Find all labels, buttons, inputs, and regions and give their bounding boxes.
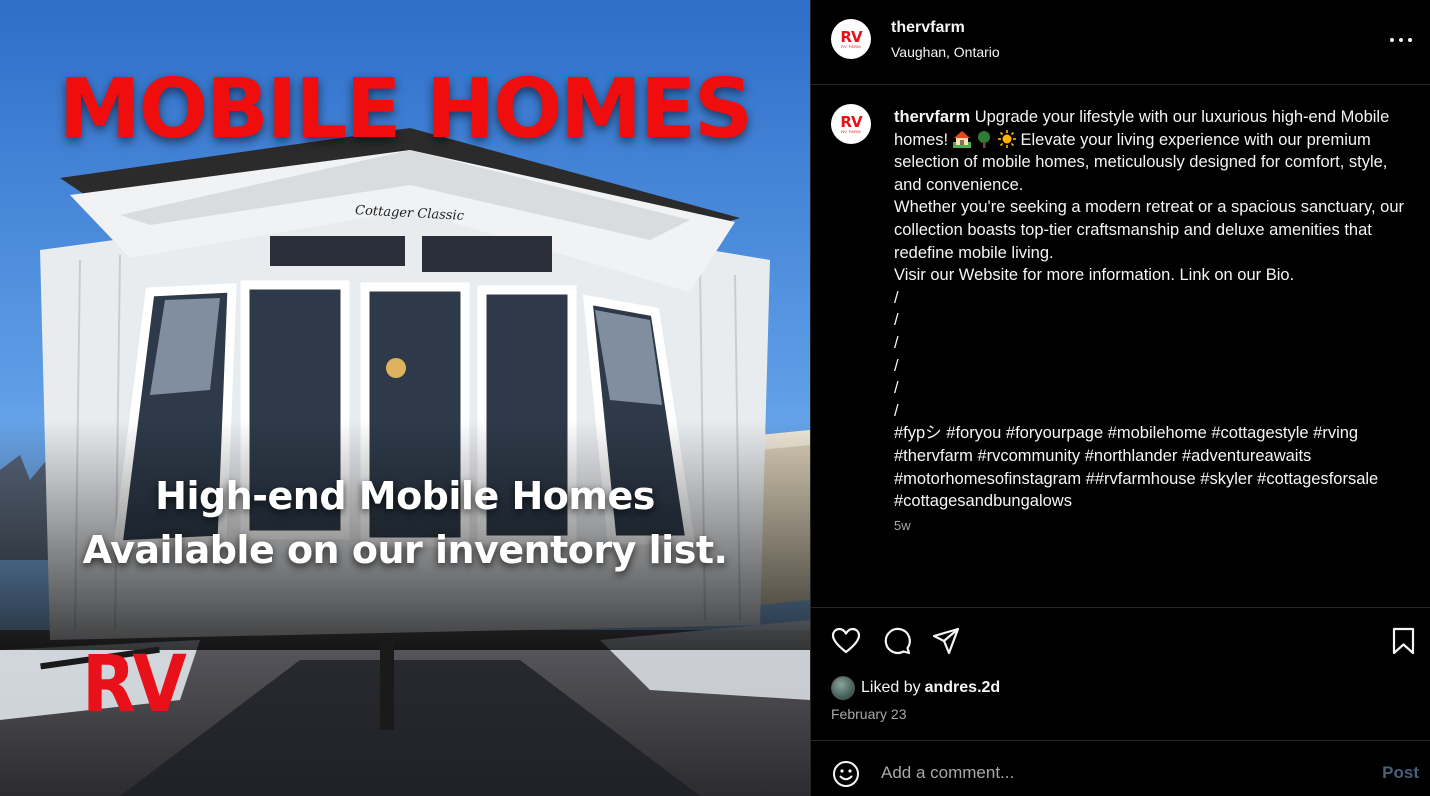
post-date[interactable]: February 23 bbox=[831, 706, 906, 722]
image-subtitle-line2: Available on our inventory list. bbox=[82, 528, 728, 572]
profile-avatar[interactable]: RV RV FARM bbox=[831, 19, 871, 59]
bookmark-icon[interactable] bbox=[1389, 626, 1419, 656]
post-actions: Liked by andres.2d February 23 bbox=[811, 607, 1430, 739]
image-headline: MOBILE HOMES bbox=[58, 62, 753, 157]
rv-logo: RV bbox=[82, 640, 187, 730]
liker-avatar[interactable] bbox=[831, 676, 855, 700]
tree-emoji bbox=[978, 130, 991, 148]
avatar-logo-subtext: RV FARM bbox=[841, 128, 861, 134]
liked-by: Liked by andres.2d bbox=[831, 676, 1000, 700]
comment-icon[interactable] bbox=[881, 626, 911, 656]
avatar-logo-text: RV bbox=[840, 27, 862, 46]
liker-username[interactable]: andres.2d bbox=[925, 679, 1001, 697]
post-header: RV RV FARM thervfarm Vaughan, Ontario bbox=[811, 0, 1430, 85]
caption-section: RV RV FARM thervfarm Upgrade your lifest… bbox=[811, 86, 1430, 606]
avatar-logo-subtext: RV FARM bbox=[841, 43, 861, 49]
caption-avatar[interactable]: RV RV FARM bbox=[831, 104, 871, 144]
post-image[interactable]: MOBILE HOMES Cottager Classic High-end M… bbox=[0, 0, 810, 796]
house-with-garden-emoji bbox=[952, 130, 971, 148]
liked-by-prefix: Liked by bbox=[861, 679, 921, 696]
comment-input[interactable] bbox=[881, 757, 1341, 789]
header-location[interactable]: Vaughan, Ontario bbox=[891, 44, 1000, 60]
post-comment-button[interactable]: Post bbox=[1382, 763, 1419, 783]
more-options-icon[interactable] bbox=[1387, 30, 1415, 50]
emoji-smiley-icon[interactable] bbox=[831, 759, 861, 789]
post-detail-panel: RV RV FARM thervfarm Vaughan, Ontario RV… bbox=[810, 0, 1430, 796]
image-subtitle-line1: High-end Mobile Homes bbox=[155, 474, 655, 518]
caption-text-part2: Elevate your living experience with our … bbox=[894, 130, 1405, 511]
sun-emoji bbox=[997, 129, 1016, 148]
header-username[interactable]: thervfarm bbox=[891, 19, 965, 37]
comment-bar: Post bbox=[811, 740, 1430, 796]
caption-text: thervfarm Upgrade your lifestyle with ou… bbox=[894, 106, 1409, 513]
avatar-logo-text: RV bbox=[840, 112, 862, 131]
caption-username[interactable]: thervfarm bbox=[894, 108, 970, 126]
share-icon[interactable] bbox=[931, 626, 961, 656]
post-time-ago[interactable]: 5w bbox=[894, 518, 911, 533]
heart-icon[interactable] bbox=[831, 626, 861, 656]
